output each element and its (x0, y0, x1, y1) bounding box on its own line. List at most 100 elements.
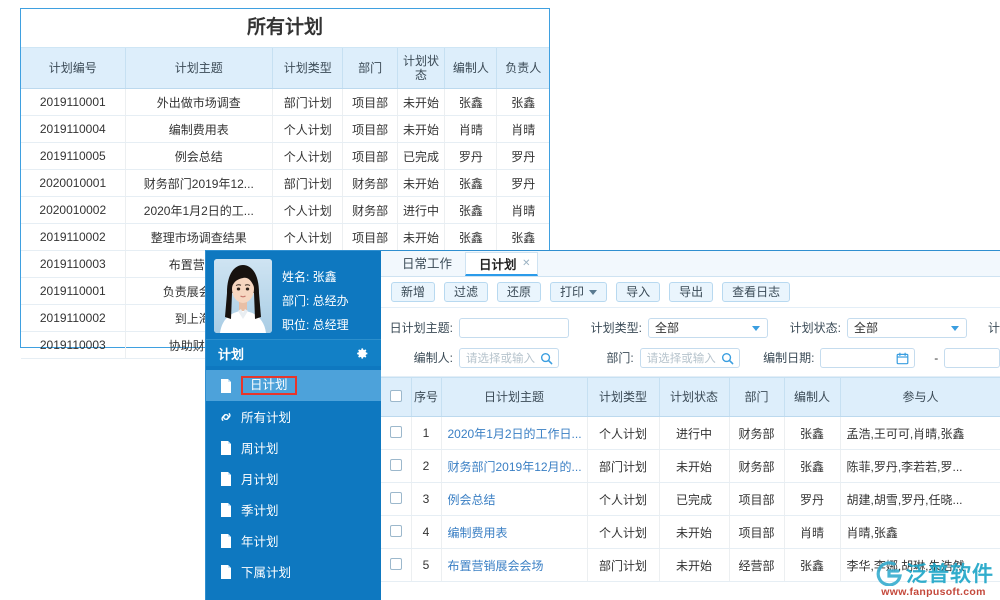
filter-label: 计划类型: (580, 319, 642, 336)
table-header-row: 序号日计划主题计划类型计划状态部门编制人参与人 (381, 378, 1000, 417)
table-row[interactable]: 3例会总结个人计划已完成项目部罗丹胡建,胡雪,罗丹,任晓... (381, 483, 1000, 516)
chevron-down-icon[interactable] (589, 290, 597, 295)
sidebar-section-title: 计划 (218, 344, 244, 363)
cell-type: 个人计划 (587, 483, 659, 516)
table-row[interactable]: 5布置营销展会会场部门计划未开始经营部张鑫李华,李娜,胡琳,朱浩然 (381, 549, 1000, 582)
filter-search-input[interactable]: 请选择或输入 (640, 348, 740, 368)
sidebar-item-6[interactable]: 年计划 (206, 525, 381, 556)
cell-type: 个人计划 (273, 116, 343, 143)
sidebar-item-2[interactable]: 所有计划 (206, 401, 381, 432)
cell-subject[interactable]: 编制费用表 (441, 516, 587, 549)
cell-owner: 罗丹 (497, 143, 549, 170)
table-row[interactable]: 2019110002整理市场调查结果个人计划项目部未开始张鑫张鑫 (21, 224, 549, 251)
filter-label: 编制日期: (752, 349, 814, 366)
date-to-input[interactable] (944, 348, 1000, 368)
file-icon (220, 565, 232, 579)
table-header-row: 计划编号计划主题计划类型部门计划状态编制人负责人 (21, 48, 549, 89)
calendar-icon[interactable] (896, 352, 909, 365)
table-row[interactable]: 12020年1月2日的工作日...个人计划进行中财务部张鑫孟浩,王可可,肖晴,张… (381, 417, 1000, 450)
table-row[interactable]: 2019110004编制费用表个人计划项目部未开始肖晴肖晴 (21, 116, 549, 143)
row-checkbox[interactable] (390, 426, 402, 438)
sidebar-item-label: 周计划 (241, 438, 279, 457)
cell-participants: 陈菲,罗丹,李若若,罗... (840, 450, 1000, 483)
toolbar-button-3[interactable]: 还原 (497, 282, 541, 302)
row-checkbox[interactable] (390, 492, 402, 504)
sidebar-item-4[interactable]: 月计划 (206, 463, 381, 494)
table-row[interactable]: 2019110005例会总结个人计划项目部已完成罗丹罗丹 (21, 143, 549, 170)
avatar (214, 259, 272, 333)
filter-placeholder: 请选择或输入 (647, 350, 716, 366)
sidebar-item-1[interactable]: 日计划 (206, 370, 381, 401)
filter-search-input[interactable]: 请选择或输入 (459, 348, 559, 368)
gear-icon[interactable] (356, 347, 369, 360)
tab-1[interactable]: 日常工作 (389, 252, 465, 276)
table-row[interactable]: 20200100022020年1月2日的工...个人计划财务部进行中张鑫肖晴 (21, 197, 549, 224)
close-icon[interactable]: ✕ (522, 252, 530, 276)
toolbar-button-label: 还原 (507, 283, 531, 301)
toolbar-button-1[interactable]: 新增 (391, 282, 435, 302)
cell-code: 2019110001 (21, 278, 125, 305)
column-header: 参与人 (840, 378, 1000, 417)
cell-no: 3 (411, 483, 441, 516)
cell-status: 进行中 (659, 417, 729, 450)
table-row[interactable]: 2财务部门2019年12月的...部门计划未开始财务部张鑫陈菲,罗丹,李若若,罗… (381, 450, 1000, 483)
cell-owner: 肖晴 (497, 197, 549, 224)
sidebar-item-7[interactable]: 下属计划 (206, 556, 381, 587)
cell-owner: 张鑫 (497, 89, 549, 116)
sidebar-item-label: 年计划 (241, 531, 279, 550)
column-header: 计划类型 (273, 48, 343, 89)
filter-panel: 日计划主题:计划类型:全部计划状态:全部计 编制人:请选择或输入部门:请选择或输… (381, 308, 1000, 377)
profile-name: 姓名: 张鑫 (282, 268, 349, 285)
filter-label: 计划状态: (779, 319, 841, 336)
cell-subject: 整理市场调查结果 (125, 224, 272, 251)
cell-dept: 财务部 (343, 170, 397, 197)
sidebar-item-5[interactable]: 季计划 (206, 494, 381, 525)
cell-type: 个人计划 (273, 197, 343, 224)
select-all-header (381, 378, 411, 417)
avatar-photo-icon (214, 259, 272, 333)
column-header: 部门 (729, 378, 784, 417)
cell-subject[interactable]: 例会总结 (441, 483, 587, 516)
filter-group-row2-3: 编制日期: (752, 348, 915, 368)
cell-subject: 例会总结 (125, 143, 272, 170)
search-icon[interactable] (540, 352, 553, 365)
link-icon (220, 410, 232, 424)
tab-2[interactable]: 日计划✕ (465, 252, 538, 276)
toolbar-button-2[interactable]: 过滤 (444, 282, 488, 302)
row-select-cell (381, 516, 411, 549)
column-header: 负责人 (497, 48, 549, 89)
table-row[interactable]: 2020010001财务部门2019年12...部门计划财务部未开始张鑫罗丹 (21, 170, 549, 197)
toolbar-button-7[interactable]: 查看日志 (722, 282, 790, 302)
cell-subject[interactable]: 财务部门2019年12月的... (441, 450, 587, 483)
column-header: 计划状态 (397, 48, 445, 89)
sidebar-item-3[interactable]: 周计划 (206, 432, 381, 463)
cell-status: 未开始 (659, 450, 729, 483)
toolbar-button-4[interactable]: 打印 (550, 282, 607, 302)
chevron-down-icon[interactable] (752, 326, 760, 331)
filter-select-input[interactable]: 全部 (648, 318, 768, 338)
toolbar-button-5[interactable]: 导入 (616, 282, 660, 302)
sidebar-item-label: 所有计划 (241, 407, 291, 426)
select-all-checkbox[interactable] (390, 390, 402, 402)
row-checkbox[interactable] (390, 459, 402, 471)
cell-author: 张鑫 (784, 417, 840, 450)
table-row[interactable]: 4编制费用表个人计划未开始项目部肖晴肖晴,张鑫 (381, 516, 1000, 549)
filter-text-input[interactable] (459, 318, 569, 338)
data-grid-wrapper[interactable]: 序号日计划主题计划类型计划状态部门编制人参与人 12020年1月2日的工作日..… (381, 377, 1000, 600)
row-checkbox[interactable] (390, 525, 402, 537)
filter-group-row1-3: 计划状态: 全部 (779, 318, 967, 338)
search-icon[interactable] (721, 352, 734, 365)
table-row[interactable]: 2019110001外出做市场调查部门计划项目部未开始张鑫张鑫 (21, 89, 549, 116)
cell-status: 未开始 (659, 516, 729, 549)
row-checkbox[interactable] (390, 558, 402, 570)
filter-date-input[interactable] (820, 348, 915, 368)
chevron-down-icon[interactable] (951, 326, 959, 331)
row-select-cell (381, 417, 411, 450)
cell-dept: 项目部 (729, 516, 784, 549)
cell-subject[interactable]: 2020年1月2日的工作日... (441, 417, 587, 450)
toolbar-button-6[interactable]: 导出 (669, 282, 713, 302)
cell-subject[interactable]: 布置营销展会会场 (441, 549, 587, 582)
cell-type: 个人计划 (587, 417, 659, 450)
filter-select-input[interactable]: 全部 (847, 318, 967, 338)
content-area: 日常工作日计划✕ 新增过滤还原打印导入导出查看日志 日计划主题:计划类型:全部计… (381, 251, 1000, 600)
